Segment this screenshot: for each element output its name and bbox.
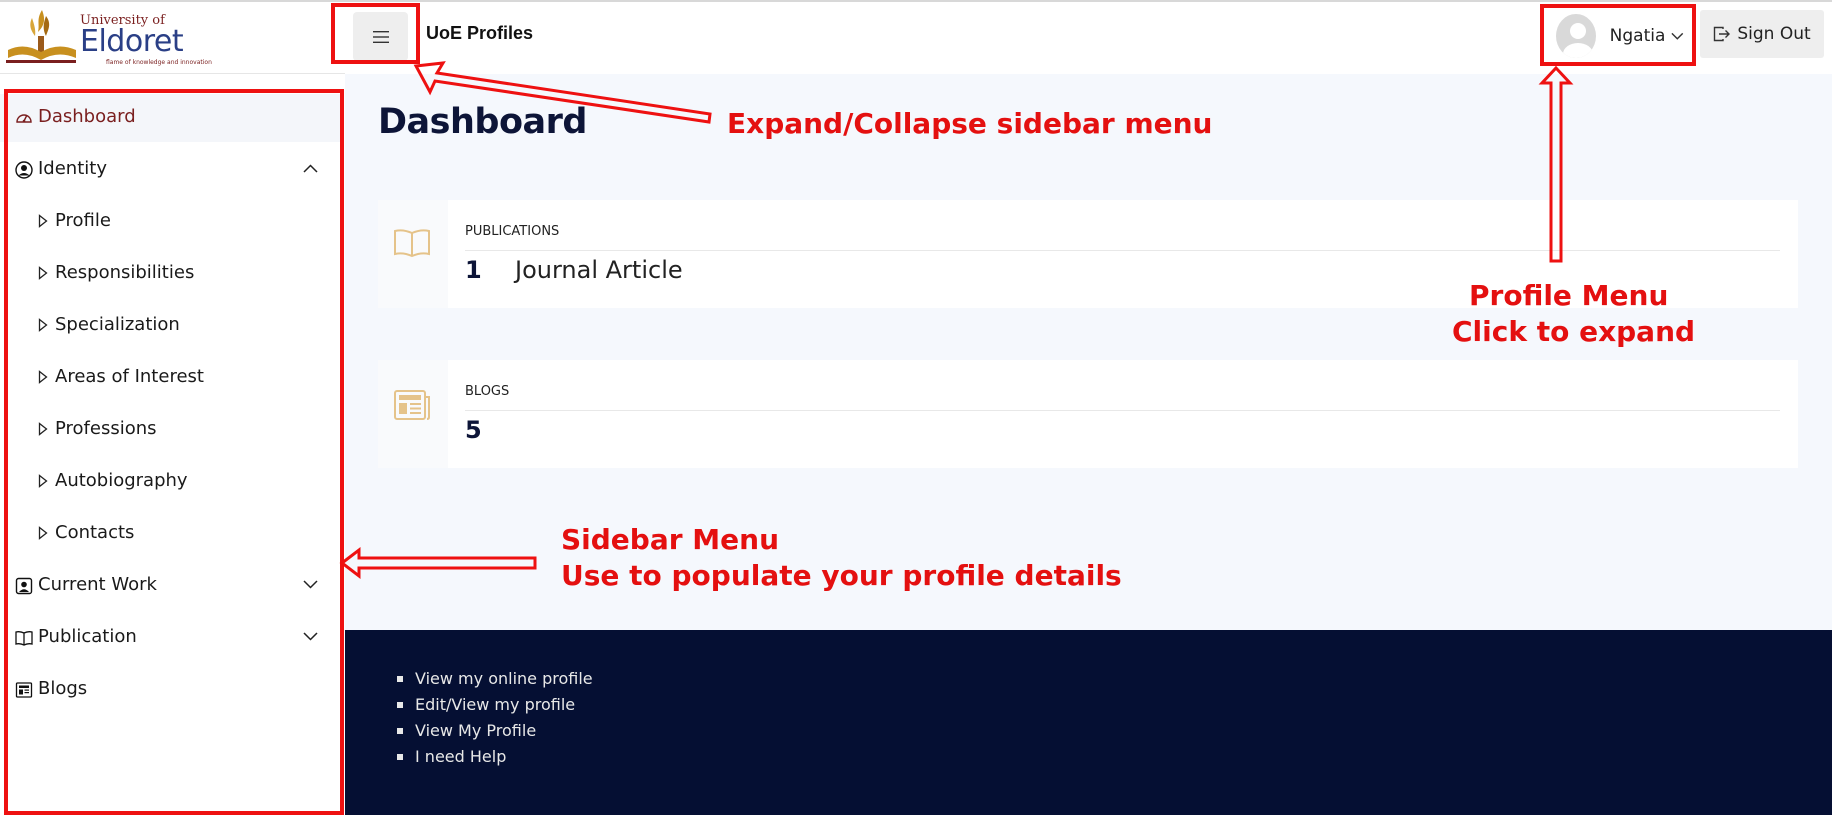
annotation-toggle-note: Expand/Collapse sidebar menu	[727, 107, 1213, 140]
annotation-sidebar-note-2: Use to populate your profile details	[561, 559, 1122, 592]
annotation-arrow-toggle	[413, 61, 712, 124]
annotation-arrow-sidebar	[339, 546, 537, 580]
annotation-profile-note-2: Click to expand	[1452, 315, 1696, 348]
annotation-arrow-profile	[1538, 65, 1574, 263]
annotation-profile-note-1: Profile Menu	[1469, 279, 1669, 312]
annotation-sidebar-note-1: Sidebar Menu	[561, 523, 780, 556]
